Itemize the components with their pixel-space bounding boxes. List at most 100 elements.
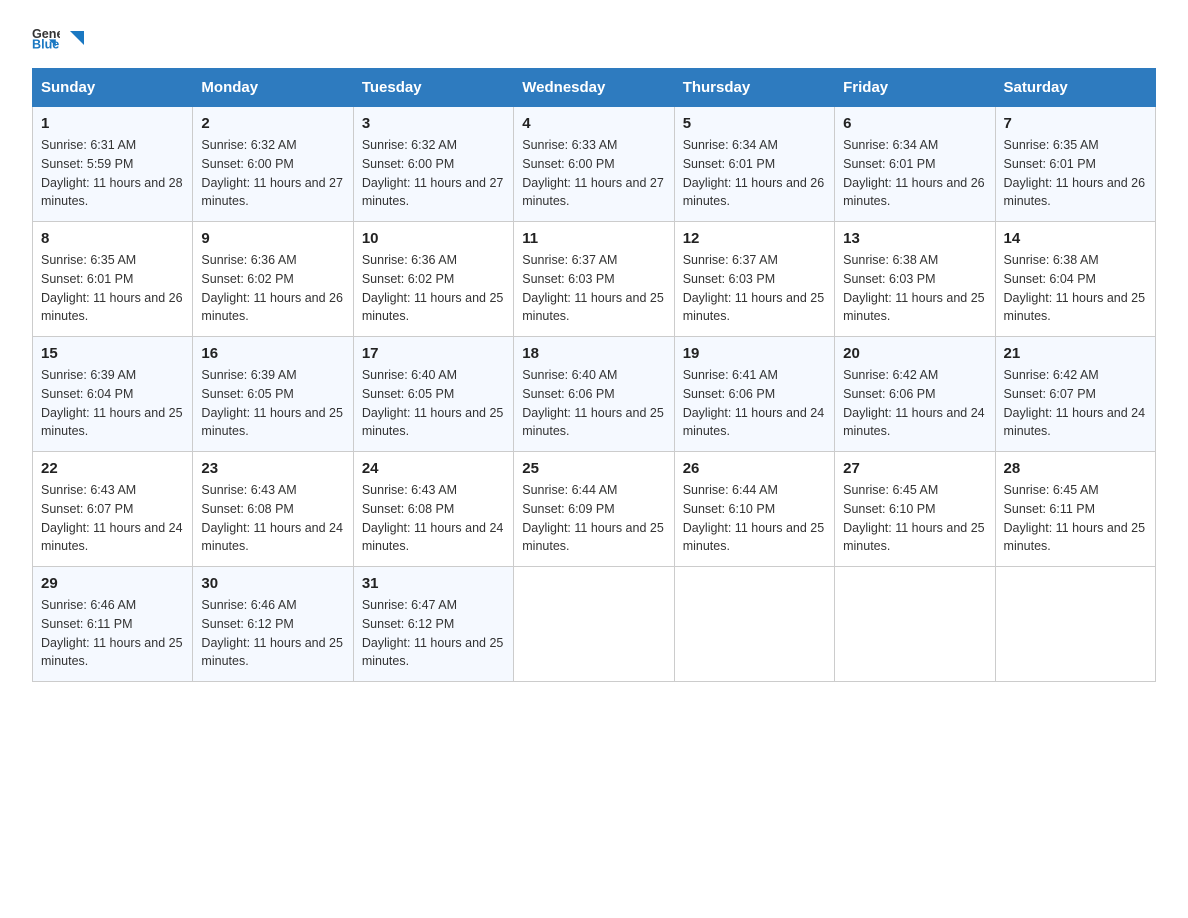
day-number: 25 [522,460,665,477]
table-row: 8 Sunrise: 6:35 AM Sunset: 6:01 PM Dayli… [33,222,193,337]
logo: General Blue [32,24,88,52]
day-info: Sunrise: 6:46 AM Sunset: 6:11 PM Dayligh… [41,596,184,671]
table-row [674,567,834,682]
day-number: 28 [1004,460,1147,477]
day-info: Sunrise: 6:38 AM Sunset: 6:04 PM Dayligh… [1004,251,1147,326]
day-info: Sunrise: 6:34 AM Sunset: 6:01 PM Dayligh… [683,136,826,211]
day-number: 23 [201,460,344,477]
day-number: 15 [41,345,184,362]
day-info: Sunrise: 6:41 AM Sunset: 6:06 PM Dayligh… [683,366,826,441]
day-number: 20 [843,345,986,362]
day-info: Sunrise: 6:45 AM Sunset: 6:11 PM Dayligh… [1004,481,1147,556]
day-info: Sunrise: 6:35 AM Sunset: 6:01 PM Dayligh… [41,251,184,326]
table-row: 30 Sunrise: 6:46 AM Sunset: 6:12 PM Dayl… [193,567,353,682]
calendar-week-5: 29 Sunrise: 6:46 AM Sunset: 6:11 PM Dayl… [33,567,1156,682]
table-row: 28 Sunrise: 6:45 AM Sunset: 6:11 PM Dayl… [995,452,1155,567]
day-info: Sunrise: 6:31 AM Sunset: 5:59 PM Dayligh… [41,136,184,211]
day-info: Sunrise: 6:40 AM Sunset: 6:05 PM Dayligh… [362,366,505,441]
day-number: 18 [522,345,665,362]
col-wednesday: Wednesday [514,69,674,107]
table-row: 13 Sunrise: 6:38 AM Sunset: 6:03 PM Dayl… [835,222,995,337]
table-row: 7 Sunrise: 6:35 AM Sunset: 6:01 PM Dayli… [995,107,1155,222]
table-row: 9 Sunrise: 6:36 AM Sunset: 6:02 PM Dayli… [193,222,353,337]
table-row [995,567,1155,682]
table-row: 24 Sunrise: 6:43 AM Sunset: 6:08 PM Dayl… [353,452,513,567]
col-saturday: Saturday [995,69,1155,107]
table-row: 6 Sunrise: 6:34 AM Sunset: 6:01 PM Dayli… [835,107,995,222]
day-info: Sunrise: 6:46 AM Sunset: 6:12 PM Dayligh… [201,596,344,671]
table-row [835,567,995,682]
col-thursday: Thursday [674,69,834,107]
day-number: 2 [201,115,344,132]
day-number: 6 [843,115,986,132]
table-row: 4 Sunrise: 6:33 AM Sunset: 6:00 PM Dayli… [514,107,674,222]
day-info: Sunrise: 6:44 AM Sunset: 6:09 PM Dayligh… [522,481,665,556]
table-row: 16 Sunrise: 6:39 AM Sunset: 6:05 PM Dayl… [193,337,353,452]
day-number: 3 [362,115,505,132]
day-number: 22 [41,460,184,477]
day-number: 8 [41,230,184,247]
day-number: 19 [683,345,826,362]
table-row: 3 Sunrise: 6:32 AM Sunset: 6:00 PM Dayli… [353,107,513,222]
day-info: Sunrise: 6:43 AM Sunset: 6:08 PM Dayligh… [201,481,344,556]
table-row: 27 Sunrise: 6:45 AM Sunset: 6:10 PM Dayl… [835,452,995,567]
day-number: 9 [201,230,344,247]
table-row: 26 Sunrise: 6:44 AM Sunset: 6:10 PM Dayl… [674,452,834,567]
day-info: Sunrise: 6:32 AM Sunset: 6:00 PM Dayligh… [362,136,505,211]
table-row: 2 Sunrise: 6:32 AM Sunset: 6:00 PM Dayli… [193,107,353,222]
col-monday: Monday [193,69,353,107]
day-number: 29 [41,575,184,592]
day-info: Sunrise: 6:47 AM Sunset: 6:12 PM Dayligh… [362,596,505,671]
day-info: Sunrise: 6:43 AM Sunset: 6:07 PM Dayligh… [41,481,184,556]
calendar-week-1: 1 Sunrise: 6:31 AM Sunset: 5:59 PM Dayli… [33,107,1156,222]
table-row: 12 Sunrise: 6:37 AM Sunset: 6:03 PM Dayl… [674,222,834,337]
day-number: 27 [843,460,986,477]
table-row: 10 Sunrise: 6:36 AM Sunset: 6:02 PM Dayl… [353,222,513,337]
day-number: 30 [201,575,344,592]
calendar-table: Sunday Monday Tuesday Wednesday Thursday… [32,68,1156,682]
table-row: 1 Sunrise: 6:31 AM Sunset: 5:59 PM Dayli… [33,107,193,222]
day-info: Sunrise: 6:32 AM Sunset: 6:00 PM Dayligh… [201,136,344,211]
col-friday: Friday [835,69,995,107]
day-number: 5 [683,115,826,132]
table-row: 31 Sunrise: 6:47 AM Sunset: 6:12 PM Dayl… [353,567,513,682]
day-number: 26 [683,460,826,477]
day-number: 11 [522,230,665,247]
day-info: Sunrise: 6:39 AM Sunset: 6:05 PM Dayligh… [201,366,344,441]
day-number: 4 [522,115,665,132]
table-row: 18 Sunrise: 6:40 AM Sunset: 6:06 PM Dayl… [514,337,674,452]
day-number: 31 [362,575,505,592]
day-info: Sunrise: 6:33 AM Sunset: 6:00 PM Dayligh… [522,136,665,211]
table-row: 15 Sunrise: 6:39 AM Sunset: 6:04 PM Dayl… [33,337,193,452]
logo-icon: General Blue [32,24,60,52]
day-info: Sunrise: 6:40 AM Sunset: 6:06 PM Dayligh… [522,366,665,441]
day-info: Sunrise: 6:44 AM Sunset: 6:10 PM Dayligh… [683,481,826,556]
day-number: 10 [362,230,505,247]
table-row [514,567,674,682]
day-info: Sunrise: 6:42 AM Sunset: 6:07 PM Dayligh… [1004,366,1147,441]
table-row: 21 Sunrise: 6:42 AM Sunset: 6:07 PM Dayl… [995,337,1155,452]
svg-text:Blue: Blue [32,38,59,52]
table-row: 25 Sunrise: 6:44 AM Sunset: 6:09 PM Dayl… [514,452,674,567]
day-number: 16 [201,345,344,362]
table-row: 5 Sunrise: 6:34 AM Sunset: 6:01 PM Dayli… [674,107,834,222]
day-number: 17 [362,345,505,362]
table-row: 19 Sunrise: 6:41 AM Sunset: 6:06 PM Dayl… [674,337,834,452]
day-info: Sunrise: 6:34 AM Sunset: 6:01 PM Dayligh… [843,136,986,211]
col-sunday: Sunday [33,69,193,107]
table-row: 20 Sunrise: 6:42 AM Sunset: 6:06 PM Dayl… [835,337,995,452]
table-row: 23 Sunrise: 6:43 AM Sunset: 6:08 PM Dayl… [193,452,353,567]
calendar-week-3: 15 Sunrise: 6:39 AM Sunset: 6:04 PM Dayl… [33,337,1156,452]
calendar-week-2: 8 Sunrise: 6:35 AM Sunset: 6:01 PM Dayli… [33,222,1156,337]
day-number: 13 [843,230,986,247]
day-number: 12 [683,230,826,247]
header-row: Sunday Monday Tuesday Wednesday Thursday… [33,69,1156,107]
col-tuesday: Tuesday [353,69,513,107]
calendar-body: 1 Sunrise: 6:31 AM Sunset: 5:59 PM Dayli… [33,107,1156,682]
day-info: Sunrise: 6:36 AM Sunset: 6:02 PM Dayligh… [201,251,344,326]
day-info: Sunrise: 6:37 AM Sunset: 6:03 PM Dayligh… [522,251,665,326]
day-info: Sunrise: 6:39 AM Sunset: 6:04 PM Dayligh… [41,366,184,441]
day-number: 14 [1004,230,1147,247]
day-info: Sunrise: 6:38 AM Sunset: 6:03 PM Dayligh… [843,251,986,326]
day-info: Sunrise: 6:35 AM Sunset: 6:01 PM Dayligh… [1004,136,1147,211]
